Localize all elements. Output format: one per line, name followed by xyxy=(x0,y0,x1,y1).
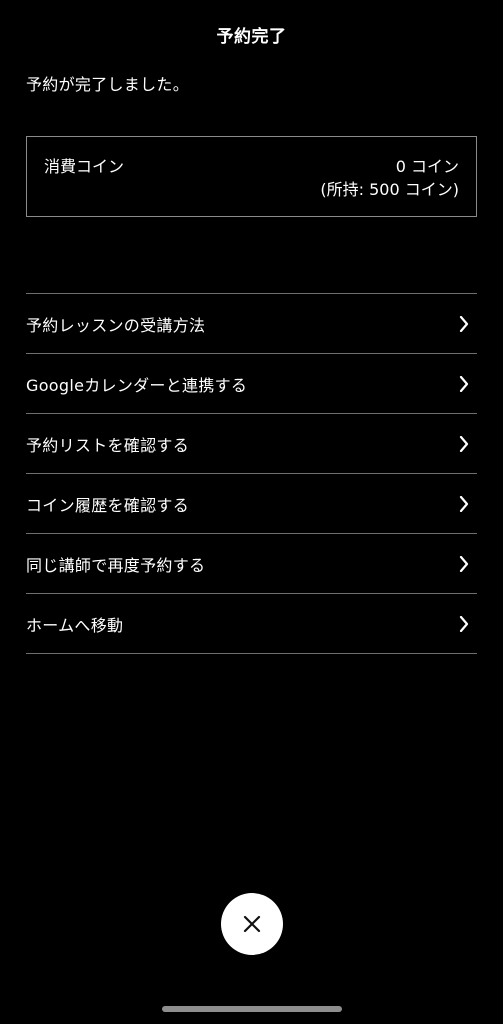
menu-item-label: コイン履歴を確認する xyxy=(26,495,190,515)
chevron-right-icon xyxy=(459,556,469,572)
menu-item-label: 予約レッスンの受講方法 xyxy=(26,315,206,335)
action-menu: 予約レッスンの受講方法 Googleカレンダーと連携する 予約リストを確認する … xyxy=(26,293,477,654)
coin-held-value: (所持: 500 コイン) xyxy=(320,180,459,199)
chevron-right-icon xyxy=(459,376,469,392)
completion-message: 予約が完了しました。 xyxy=(26,75,190,94)
close-icon xyxy=(243,915,261,933)
page-title: 予約完了 xyxy=(216,27,287,47)
menu-item-booking-list[interactable]: 予約リストを確認する xyxy=(26,414,477,474)
chevron-right-icon xyxy=(459,316,469,332)
menu-item-label: 予約リストを確認する xyxy=(26,435,190,455)
coin-consumed-value: 0 コイン xyxy=(395,157,459,176)
menu-item-label: Googleカレンダーと連携する xyxy=(26,375,248,395)
menu-item-label: 同じ講師で再度予約する xyxy=(26,555,206,575)
chevron-right-icon xyxy=(459,616,469,632)
menu-item-rebook-same-teacher[interactable]: 同じ講師で再度予約する xyxy=(26,534,477,594)
booking-complete-screen: 予約完了 予約が完了しました。 消費コイン 0 コイン (所持: 500 コイン… xyxy=(0,0,503,1024)
coin-consumed-label: 消費コイン xyxy=(44,157,125,176)
menu-item-go-home[interactable]: ホームへ移動 xyxy=(26,594,477,654)
menu-item-label: ホームへ移動 xyxy=(26,615,124,635)
menu-item-how-to-attend[interactable]: 予約レッスンの受講方法 xyxy=(26,294,477,354)
home-indicator[interactable] xyxy=(162,1006,342,1012)
chevron-right-icon xyxy=(459,436,469,452)
menu-item-google-calendar[interactable]: Googleカレンダーと連携する xyxy=(26,354,477,414)
close-button[interactable] xyxy=(221,893,283,955)
menu-item-coin-history[interactable]: コイン履歴を確認する xyxy=(26,474,477,534)
chevron-right-icon xyxy=(459,496,469,512)
coin-summary-box: 消費コイン 0 コイン (所持: 500 コイン) xyxy=(26,136,477,217)
